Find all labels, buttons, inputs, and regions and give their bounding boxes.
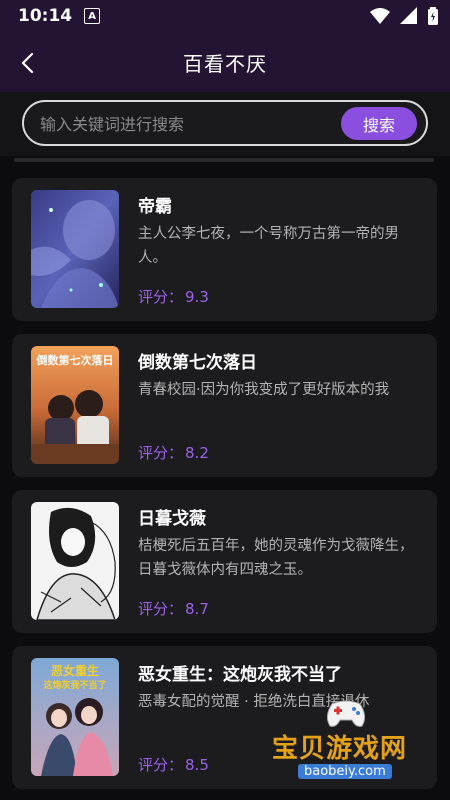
cover-text-line1: 恶女重生 (50, 664, 99, 678)
score-value: 9.3 (185, 288, 209, 306)
book-cover-image (31, 502, 119, 620)
search-box: 搜索 (22, 100, 428, 146)
book-score: 评分： 8.2 (138, 442, 209, 463)
score-label: 评分： (138, 756, 184, 774)
status-time: 10:14 (18, 6, 73, 26)
book-score: 评分： 8.5 (138, 754, 209, 775)
book-description: 主人公李七夜，一个号称万古第一帝的男人。 (138, 226, 399, 266)
app-header: 百看不厌 (0, 32, 450, 92)
book-title: 恶女重生：这炮灰我不当了 (138, 665, 342, 685)
gamepad-logo-icon (326, 700, 366, 727)
book-card[interactable]: 日暮戈薇 桔梗死后五百年，她的灵魂作为戈薇降生，日暮戈薇体内有四魂之玉。 评分：… (12, 490, 437, 633)
wifi-icon (370, 8, 390, 24)
battery-icon (428, 7, 438, 25)
book-cover-image: 倒数第七次落日 (31, 346, 119, 464)
list-top-divider (14, 158, 434, 162)
search-input[interactable] (38, 110, 342, 138)
book-card[interactable]: 倒数第七次落日 倒数第七次落日 青春校园·因为你我变成了更好版本的我 评分： 8.… (12, 334, 437, 477)
score-value: 8.2 (185, 444, 209, 462)
site-watermark: 宝贝游戏网 baobeiy.com (272, 700, 422, 782)
book-score: 评分： 9.3 (138, 286, 209, 307)
book-title: 日暮戈薇 (138, 509, 206, 529)
signal-icon (400, 7, 417, 24)
watermark-name: 宝贝游戏网 (272, 734, 408, 764)
status-icons (370, 7, 438, 25)
search-bar: 搜索 (0, 92, 450, 156)
book-score: 评分： 8.7 (138, 598, 209, 619)
book-title: 倒数第七次落日 (138, 353, 257, 373)
notification-badge-icon: A (84, 8, 101, 24)
score-label: 评分： (138, 444, 184, 462)
book-description: 桔梗死后五百年，她的灵魂作为戈薇降生，日暮戈薇体内有四魂之玉。 (138, 538, 414, 578)
back-arrow-icon[interactable] (14, 48, 44, 78)
book-card[interactable]: 帝霸 主人公李七夜，一个号称万古第一帝的男人。 评分： 9.3 (12, 178, 437, 321)
score-label: 评分： (138, 600, 184, 618)
page-title: 百看不厌 (183, 51, 267, 76)
status-bar: 10:14 A (0, 0, 450, 32)
watermark-url: baobeiy.com (298, 764, 392, 779)
book-description: 青春校园·因为你我变成了更好版本的我 (138, 382, 390, 398)
search-button[interactable]: 搜索 (341, 107, 417, 140)
score-value: 8.7 (185, 600, 209, 618)
cover-text: 倒数第七次落日 (36, 354, 114, 367)
book-cover-image: 恶女重生 这炮灰我不当了 (31, 658, 119, 776)
cover-text-line2: 这炮灰我不当了 (43, 681, 107, 691)
book-cover-image (31, 190, 119, 308)
score-label: 评分： (138, 288, 184, 306)
book-title: 帝霸 (138, 197, 172, 217)
score-value: 8.5 (185, 756, 209, 774)
